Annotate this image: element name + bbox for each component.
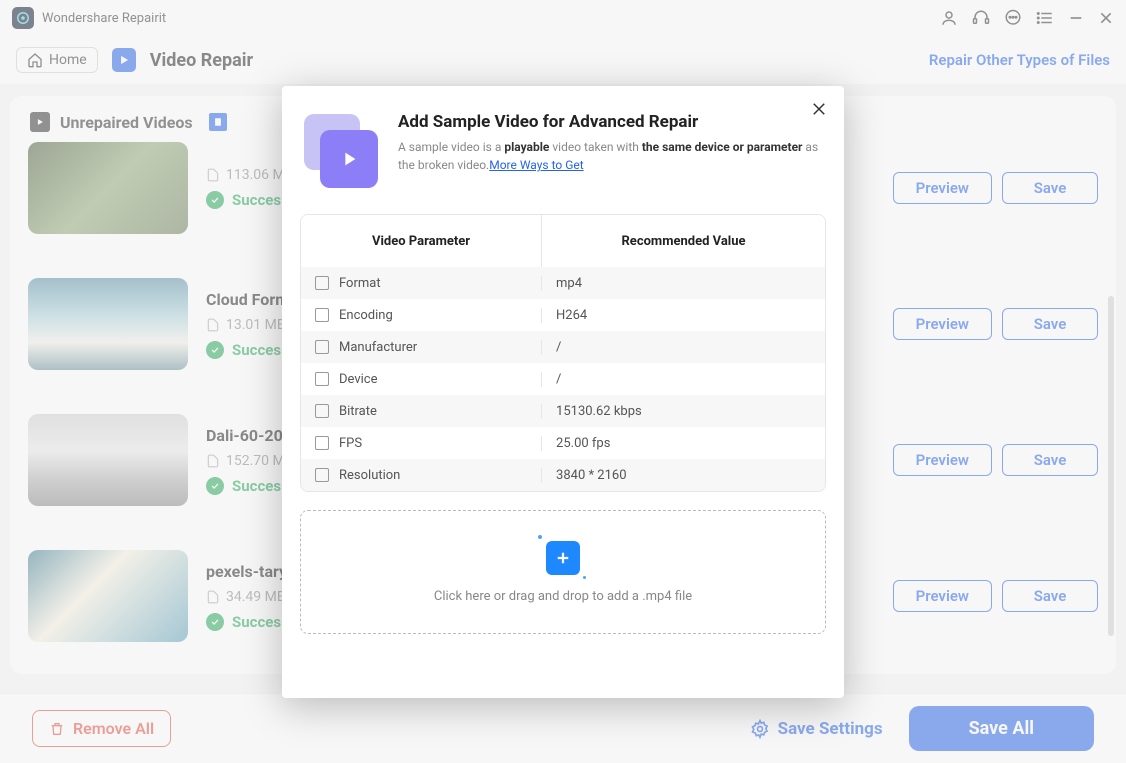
table-row: Bitrate15130.62 kbps: [301, 395, 825, 427]
table-row: FPS25.00 fps: [301, 427, 825, 459]
table-row: Resolution3840 * 2160: [301, 459, 825, 491]
param-icon: [315, 340, 329, 354]
param-icon: [315, 372, 329, 386]
add-file-icon: [546, 541, 580, 575]
drop-zone[interactable]: Click here or drag and drop to add a .mp…: [300, 510, 826, 634]
close-icon[interactable]: [810, 100, 828, 122]
col-parameter: Video Parameter: [301, 215, 542, 267]
drop-zone-label: Click here or drag and drop to add a .mp…: [434, 589, 692, 604]
sample-video-icon: [304, 114, 380, 190]
param-icon: [315, 404, 329, 418]
param-icon: [315, 468, 329, 482]
table-row: Manufacturer/: [301, 331, 825, 363]
advanced-repair-modal: Add Sample Video for Advanced Repair A s…: [282, 86, 844, 698]
table-header: Video Parameter Recommended Value: [301, 215, 825, 267]
parameter-table: Video Parameter Recommended Value Format…: [300, 214, 826, 492]
param-icon: [315, 308, 329, 322]
modal-title: Add Sample Video for Advanced Repair: [398, 112, 822, 132]
table-row: EncodingH264: [301, 299, 825, 331]
col-value: Recommended Value: [542, 234, 825, 249]
more-ways-link[interactable]: More Ways to Get: [489, 158, 583, 172]
table-row: Formatmp4: [301, 267, 825, 299]
param-icon: [315, 276, 329, 290]
table-row: Device/: [301, 363, 825, 395]
param-icon: [315, 436, 329, 450]
modal-description: A sample video is a playable video taken…: [398, 138, 822, 174]
